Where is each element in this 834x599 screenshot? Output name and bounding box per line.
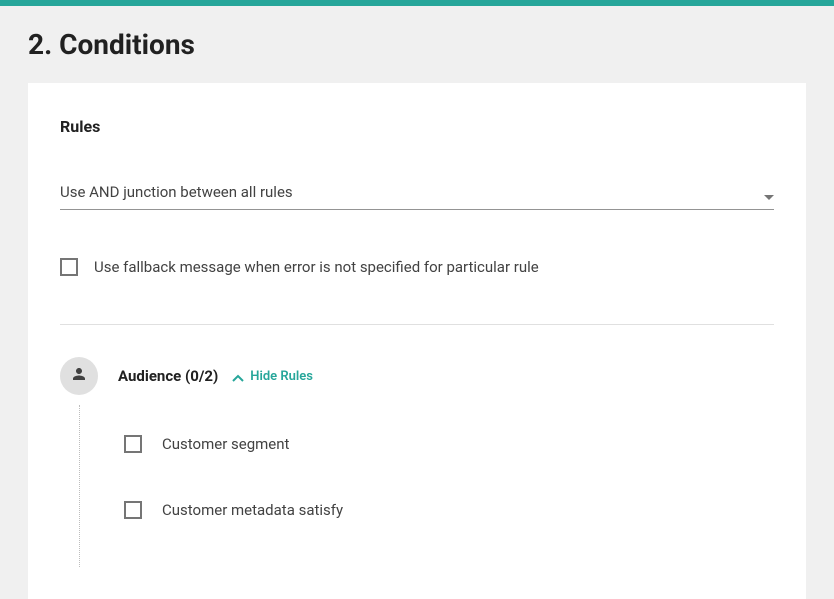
divider [60, 324, 774, 325]
person-icon [70, 365, 88, 387]
rule-row-customer-metadata: Customer metadata satisfy [118, 501, 774, 519]
fallback-checkbox-label: Use fallback message when error is not s… [94, 258, 539, 276]
audience-content: Audience (0/2) Hide Rules Customer segme… [118, 357, 774, 567]
rule-row-customer-segment: Customer segment [118, 435, 774, 453]
audience-icon-column [60, 357, 98, 567]
panel-title: Rules [60, 117, 774, 136]
caret-down-icon [764, 186, 774, 205]
section-header: 2. Conditions [0, 6, 834, 83]
rule-label: Customer metadata satisfy [162, 501, 343, 519]
rule-label: Customer segment [162, 435, 289, 453]
hide-rules-label: Hide Rules [250, 369, 313, 384]
tree-line [79, 405, 80, 567]
section-title: 2. Conditions [28, 28, 806, 61]
audience-icon-circle [60, 357, 98, 395]
audience-title: Audience (0/2) [118, 367, 218, 385]
rule-checkbox-customer-segment[interactable] [124, 435, 142, 453]
audience-section: Audience (0/2) Hide Rules Customer segme… [60, 357, 774, 567]
hide-rules-toggle[interactable]: Hide Rules [232, 367, 313, 386]
fallback-checkbox-row: Use fallback message when error is not s… [60, 258, 774, 276]
rules-panel: Rules Use AND junction between all rules… [28, 83, 806, 599]
fallback-checkbox[interactable] [60, 258, 78, 276]
audience-header: Audience (0/2) Hide Rules [118, 357, 774, 395]
junction-select-value: Use AND junction between all rules [60, 183, 293, 201]
chevron-up-icon [232, 367, 244, 386]
rule-checkbox-customer-metadata[interactable] [124, 501, 142, 519]
junction-select[interactable]: Use AND junction between all rules [60, 182, 774, 210]
